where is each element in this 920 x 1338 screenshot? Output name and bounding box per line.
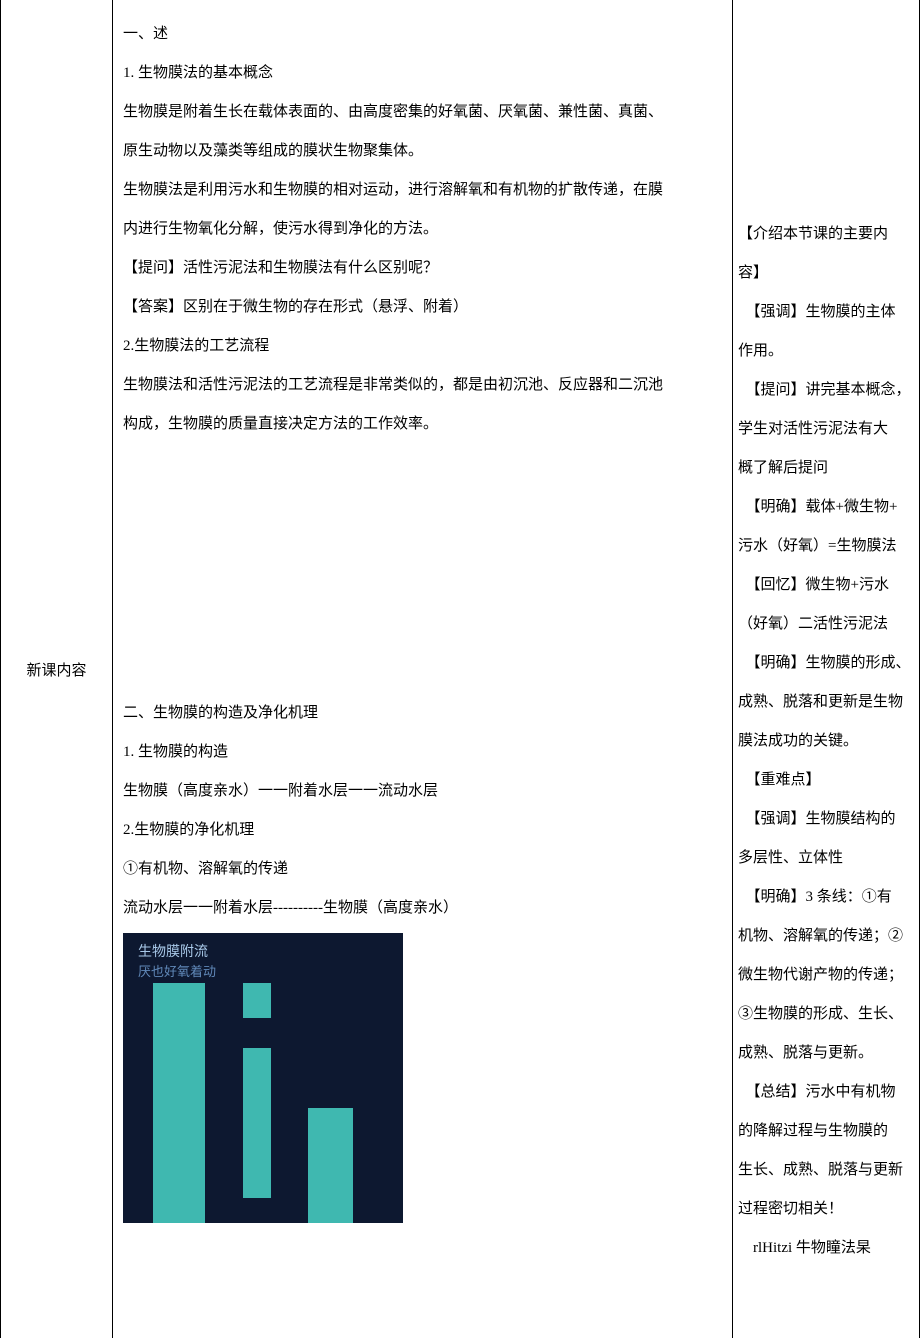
diagram-bar [308,1108,353,1223]
note-line: 膜法成功的关键。 [738,722,914,761]
note-line: 【回忆】微生物+污水 [738,566,914,605]
text-line: 流动水层一一附着水层----------生物膜（高度亲水） [123,889,722,928]
text-line: 原生动物以及藻类等组成的膜状生物聚集体。 [123,132,722,171]
question-line: 【提问】活性污泥法和生物膜法有什么区别呢？ [123,249,722,288]
diagram-bar [153,983,205,1223]
heading-2: 二、生物膜的构造及净化机理 [123,694,722,733]
left-column: 新课内容 [1,0,113,1338]
right-column: 【介绍本节课的主要内 容】 【强调】生物膜的主体 作用。 【提问】讲完基本概念，… [733,0,919,1338]
note-line: 生长、成熟、脱落与更新 [738,1151,914,1190]
diagram-bar [243,983,271,1018]
note-line: 【重难点】 [738,761,914,800]
note-line: 学生对活性污泥法有大 [738,410,914,449]
text-line: 构成，生物膜的质量直接决定方法的工作效率。 [123,405,722,444]
note-line: 【强调】生物膜的主体 [738,293,914,332]
text-line: ①有机物、溶解氧的传递 [123,850,722,889]
text-line: 生物膜（高度亲水）一一附着水层一一流动水层 [123,772,722,811]
note-line: ③生物膜的形成、生长、 [738,995,914,1034]
note-line: 【明确】3 条线：①有 [738,878,914,917]
section-label: 新课内容 [26,659,86,680]
note-line: （好氧）二活性污泥法 [738,605,914,644]
document-page: 新课内容 一、述 1. 生物膜法的基本概念 生物膜是附着生长在载体表面的、由高度… [0,0,920,1338]
diagram-label: 厌也好氧着动 [138,961,216,980]
middle-column: 一、述 1. 生物膜法的基本概念 生物膜是附着生长在载体表面的、由高度密集的好氧… [113,0,733,1338]
note-line: 概了解后提问 [738,449,914,488]
note-line: 【明确】载体+微生物+ [738,488,914,527]
text-line: 2.生物膜的净化机理 [123,811,722,850]
note-line: 容】 [738,254,914,293]
spacer [123,444,722,694]
text-line: 1. 生物膜法的基本概念 [123,54,722,93]
note-line: 微生物代谢产物的传递； [738,956,914,995]
text-line: 生物膜是附着生长在载体表面的、由高度密集的好氧菌、厌氧菌、兼性菌、真菌、 [123,93,722,132]
answer-line: 【答案】区别在于微生物的存在形式（悬浮、附着） [123,288,722,327]
note-line: 成熟、脱落与更新。 [738,1034,914,1073]
note-line: 【强调】生物膜结构的 [738,800,914,839]
spacer [738,15,914,215]
note-line: 的降解过程与生物膜的 [738,1112,914,1151]
note-line: 机物、溶解氧的传递；② [738,917,914,956]
text-line: 生物膜法是利用污水和生物膜的相对运动，进行溶解氧和有机物的扩散传递，在膜 [123,171,722,210]
note-line: rlHitzi 牛物瞳法杲 [738,1229,914,1268]
note-line: 【提问】讲完基本概念， [738,371,914,410]
text-line: 内进行生物氧化分解，使污水得到净化的方法。 [123,210,722,249]
text-line: 1. 生物膜的构造 [123,733,722,772]
heading-1: 一、述 [123,15,722,54]
note-line: 【总结】污水中有机物 [738,1073,914,1112]
note-line: 污水（好氧）=生物膜法 [738,527,914,566]
note-line: 成熟、脱落和更新是生物 [738,683,914,722]
note-line: 过程密切相关！ [738,1190,914,1229]
note-line: 【明确】生物膜的形成、 [738,644,914,683]
text-line: 生物膜法和活性污泥法的工艺流程是非常类似的，都是由初沉池、反应器和二沉池 [123,366,722,405]
note-line: 多层性、立体性 [738,839,914,878]
text-line: 2.生物膜法的工艺流程 [123,327,722,366]
note-line: 【介绍本节课的主要内 [738,215,914,254]
biofilm-diagram: 生物膜附流 厌也好氧着动 [123,933,403,1223]
note-line: 作用。 [738,332,914,371]
diagram-bar [243,1048,271,1198]
diagram-label: 生物膜附流 [138,941,208,961]
